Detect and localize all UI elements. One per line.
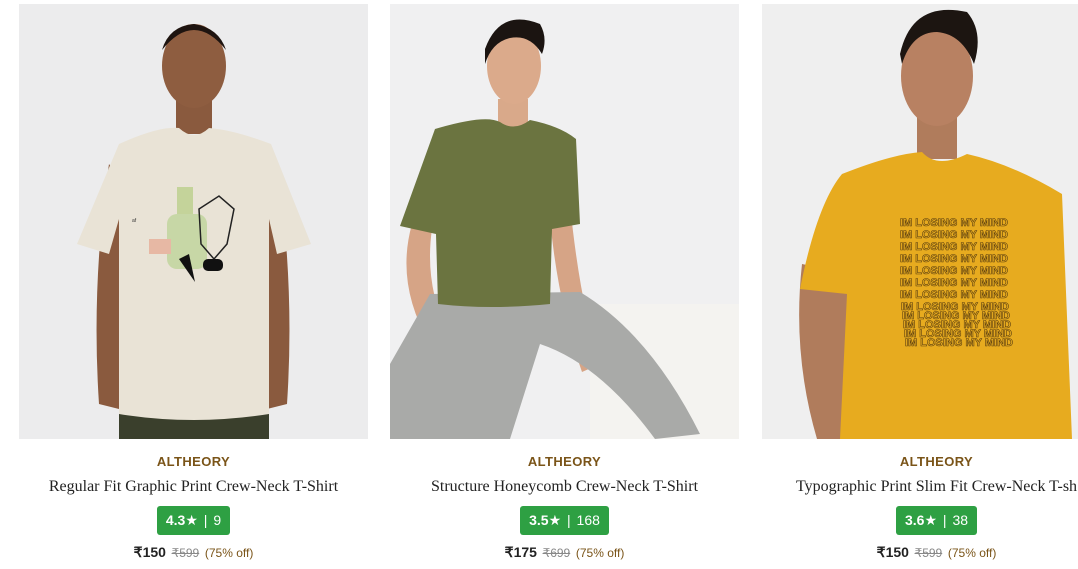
svg-text:IM LOSING MY MIND: IM LOSING MY MIND (900, 277, 1008, 289)
star-icon: ★ (924, 512, 938, 528)
shirt-print-text: IM LOSING MY MINDIM LOSING MY MINDIM LOS… (900, 217, 1014, 350)
price-row: ₹150 ₹599 (75% off) (19, 544, 368, 561)
original-price: ₹599 (171, 546, 200, 560)
rating-separator: | (942, 512, 947, 528)
review-count: 168 (576, 512, 600, 528)
rating-score: 3.5 (529, 512, 549, 528)
discount-label: (75% off) (575, 546, 625, 560)
product-title[interactable]: Typographic Print Slim Fit Crew-Neck T-s… (762, 478, 1078, 496)
svg-text:af: af (132, 218, 137, 224)
rating-separator: | (567, 512, 571, 528)
sale-price: ₹150 (133, 544, 166, 560)
star-icon: ★ (185, 512, 198, 528)
review-count: 38 (952, 512, 969, 528)
svg-text:IM LOSING MY MIND: IM LOSING MY MIND (900, 253, 1008, 265)
sale-price: ₹150 (876, 544, 909, 560)
price-row: ₹150 ₹599 (75% off) (762, 544, 1078, 561)
svg-text:IM LOSING MY MIND: IM LOSING MY MIND (900, 241, 1008, 253)
product-title[interactable]: Structure Honeycomb Crew-Neck T-Shirt (390, 478, 739, 496)
review-count: 9 (213, 512, 222, 528)
product-image-1[interactable]: af (19, 4, 368, 439)
svg-text:IM LOSING MY MIND: IM LOSING MY MIND (900, 265, 1008, 277)
product-image-2[interactable] (390, 4, 739, 439)
rating-score: 4.3 (165, 512, 186, 528)
product-card-2[interactable]: ALTHEORY Structure Honeycomb Crew-Neck T… (390, 4, 739, 561)
product-image-3[interactable]: IM LOSING MY MIND IM LOSING MY MIND IM LOS… (762, 4, 1078, 439)
rating-separator: | (203, 512, 208, 528)
svg-text:IM LOSING MY MIND: IM LOSING MY MIND (905, 337, 1013, 349)
product-card-1[interactable]: af ALTHEORY Regular Fit Graphic Print Cr… (19, 4, 368, 561)
discount-label: (75% off) (204, 546, 254, 560)
product-card-3[interactable]: IM LOSING MY MIND IM LOSING MY MIND IM LOS… (762, 4, 1078, 561)
discount-label: (75% off) (947, 546, 997, 560)
original-price: ₹699 (542, 546, 571, 560)
sale-price: ₹175 (504, 544, 537, 560)
rating-badge: 3.5★ | 168 (520, 506, 609, 535)
original-price: ₹599 (914, 546, 943, 560)
svg-text:IM LOSING MY MIND: IM LOSING MY MIND (900, 229, 1008, 241)
svg-text:IM LOSING MY MIND: IM LOSING MY MIND (900, 289, 1008, 301)
product-brand[interactable]: ALTHEORY (762, 454, 1078, 469)
star-icon: ★ (548, 512, 562, 528)
rating-badge: 3.6★ | 38 (895, 506, 978, 535)
product-brand[interactable]: ALTHEORY (390, 454, 739, 469)
product-title[interactable]: Regular Fit Graphic Print Crew-Neck T-Sh… (19, 478, 368, 496)
product-brand[interactable]: ALTHEORY (19, 454, 368, 469)
rating-badge: 4.3★ | 9 (156, 506, 231, 535)
rating-score: 3.6 (904, 512, 925, 528)
svg-text:IM LOSING MY MIND: IM LOSING MY MIND (900, 217, 1008, 229)
price-row: ₹175 ₹699 (75% off) (390, 544, 739, 561)
